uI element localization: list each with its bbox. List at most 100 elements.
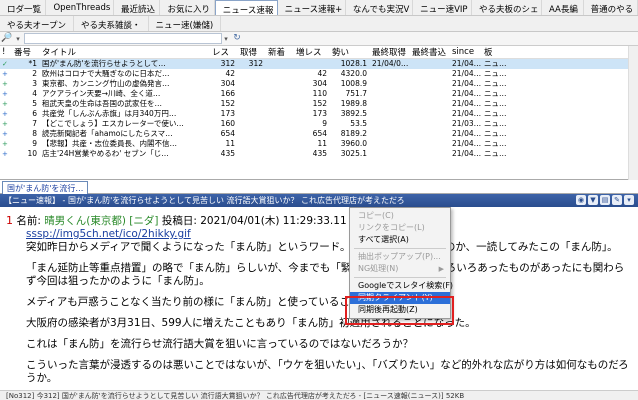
cell-speed: 1028.1: [330, 58, 370, 69]
cell-lastget: [370, 119, 410, 129]
table-row[interactable]: +6 共産党「しんぶん赤旗」は月340万円… 173 173 3892.5 21/04… ニ…: [0, 109, 638, 119]
post-header: 1 名前: 晴男くん(東京都) [ニダ] 投稿日: 2021/04/01(木) …: [6, 213, 632, 228]
cell-mark: +: [2, 120, 8, 128]
board-tab[interactable]: 普通のやる: [584, 0, 638, 15]
globe-icon[interactable]: ◉: [576, 195, 586, 205]
cell-lastget: [370, 149, 410, 159]
cell-res: 435: [220, 149, 235, 158]
post-name: 晴男くん(東京都): [44, 215, 126, 227]
table-row[interactable]: +10 店主'24H営業やめるわ' セブン「じ… 435 435 3025.1 21/04…: [0, 149, 638, 159]
column-header[interactable]: 増レス: [294, 46, 330, 59]
board-tab[interactable]: ロダ一覧: [0, 0, 47, 15]
column-header[interactable]: タイトル: [40, 46, 210, 59]
board-tab[interactable]: ニュース速報+: [278, 0, 346, 15]
cell-inc: 9: [322, 119, 327, 128]
cell-new: [266, 69, 294, 79]
cell-lastget: [370, 99, 410, 109]
menu-item[interactable]: Googleでスレタイ検索(F): [350, 280, 453, 292]
chevron-down-icon[interactable]: ▾: [14, 35, 22, 43]
search-icon[interactable]: 🔎: [0, 33, 14, 45]
cell-title: 【悲報】共産・志位委員長、内閣不信…: [42, 139, 177, 148]
board-tab[interactable]: AA長編: [542, 0, 584, 15]
table-row[interactable]: +2 欧州はコロナで大騒ぎなのに日本だ… 42 42 4320.0 21/04… ニュ…: [0, 69, 638, 79]
cell-new: [266, 99, 294, 109]
bookmark-icon[interactable]: ▤: [600, 195, 610, 205]
board-tab[interactable]: 最近読込: [114, 0, 161, 15]
table-row[interactable]: +7 【どこでしょう】エスカレーターで使い… 160 9 53.5 21/03… ニュ…: [0, 119, 638, 129]
board-tab[interactable]: やる夫板のシェ: [472, 0, 542, 15]
cell-new: [266, 109, 294, 119]
cell-res: 166: [220, 89, 235, 98]
board-tab[interactable]: なんでも実況V: [346, 0, 414, 15]
column-header[interactable]: !: [0, 46, 12, 59]
column-header[interactable]: 番号: [12, 46, 40, 59]
board-tab[interactable]: OpenThreads: [46, 0, 115, 15]
cell-title: 共産党「しんぶん赤旗」は月340万円…: [42, 109, 177, 118]
thread-table: ! 番号 タイトル レス 取得 新着 増レス 勢い 最終取得 最終書込 since 板 ✓ *1 国が'ま…: [0, 46, 638, 159]
column-header[interactable]: 取得: [238, 46, 266, 59]
cell-lastget: [370, 139, 410, 149]
cell-got: [238, 79, 266, 89]
thread-title: 【ニュー速報】 - 国が'まん防'を流行らせようとして見苦しい 流行語大賞狙いか…: [4, 196, 405, 205]
refresh-icon[interactable]: ↻: [230, 33, 244, 45]
board-tab[interactable]: ニュース速報: [214, 0, 278, 15]
table-row[interactable]: ✓ *1 国が'まん防'を流行らせようとして… 312 312 1028.1 21/04/0…: [0, 58, 638, 69]
post-number[interactable]: 1: [6, 214, 13, 227]
cell-lastget: [370, 89, 410, 99]
post-body: sssp://img5ch.net/ico/2hikky.gif 突如昨日からメ…: [26, 228, 632, 385]
table-row[interactable]: +3 東京都、カンニング竹山の虚偽発言… 304 304 1008.9 21/04… ニュ…: [0, 79, 638, 89]
board-tab[interactable]: お気に入り: [160, 0, 215, 15]
cell-num: 6: [32, 109, 37, 118]
cell-mark: +: [2, 150, 8, 158]
board-tab[interactable]: やる夫オープン: [0, 16, 74, 31]
cell-title: 東京都、カンニング竹山の虚偽発言…: [42, 79, 170, 88]
menu-item[interactable]: すべて選択(A): [350, 234, 450, 246]
cell-board: ニュ…: [484, 139, 507, 148]
cell-title: 国が'まん防'を流行らせようとして…: [40, 58, 210, 69]
table-row[interactable]: +4 アクアライン天要→川崎、全く道… 166 110 751.7 21/04… ニュ…: [0, 89, 638, 99]
column-header[interactable]: 最終書込: [410, 46, 450, 59]
cell-lastwrite: [410, 89, 450, 99]
cell-new: [266, 119, 294, 129]
cell-inc: 11: [317, 139, 327, 148]
column-header[interactable]: 勢い: [330, 46, 370, 59]
column-header[interactable]: 最終取得: [370, 46, 410, 59]
write-icon[interactable]: ✎: [612, 195, 622, 205]
post-date: 2021/04/01(木) 11:29:33.11: [200, 215, 347, 227]
cell-speed: 4320.0: [340, 69, 367, 78]
board-tab[interactable]: やる夫系雑談・: [74, 16, 149, 31]
search-input[interactable]: [24, 33, 222, 44]
cell-num: 5: [32, 99, 37, 108]
menu-item-label: すべて選択(A): [358, 235, 409, 244]
board-tab[interactable]: ニュー速(嫌儲): [149, 16, 222, 31]
filter-icon[interactable]: ▼: [588, 195, 598, 205]
cell-got: [238, 89, 266, 99]
menu-item: リンクをコピー(L): [350, 222, 450, 234]
toolbar: 🔎 ▾ ▾ ↻: [0, 32, 638, 46]
cell-lastget: [370, 129, 410, 139]
cell-title: 【どこでしょう】エスカレーターで使い…: [42, 119, 184, 128]
table-row[interactable]: +5 租武天皇の生命は吾国の武家任を… 152 152 1989.8 21/04… ニュ…: [0, 99, 638, 109]
post-image-link[interactable]: sssp://img5ch.net/ico/2hikky.gif: [26, 228, 632, 241]
thread-list-scrollbar[interactable]: [628, 46, 638, 180]
cell-inc: 110: [312, 89, 327, 98]
table-row[interactable]: +9 【悲報】共産・志位委員長、内閣不信… 11 11 3960.0 21/04… ニュ…: [0, 139, 638, 149]
cell-board: ニュ…: [484, 79, 507, 88]
search-dropdown-icon[interactable]: ▾: [222, 35, 230, 43]
menu-icon[interactable]: ▾: [624, 195, 634, 205]
column-header[interactable]: レス: [210, 46, 238, 59]
thread-tab[interactable]: 国が'まん防'を流行…: [2, 181, 89, 194]
column-header[interactable]: 板: [482, 46, 638, 59]
column-header[interactable]: since: [450, 46, 482, 59]
cell-inc: 152: [312, 99, 327, 108]
cell-speed: 3892.5: [340, 109, 367, 118]
column-header[interactable]: 新着: [266, 46, 294, 59]
table-row[interactable]: +8 読売新聞記者「ahamoにしたらスマ… 654 654 8189.2 21/04… ニ…: [0, 129, 638, 139]
board-tab[interactable]: ニュー速VIP: [413, 0, 472, 15]
post-date-label: 投稿日:: [161, 215, 197, 227]
cell-inc: 173: [312, 109, 327, 118]
cell-since: 21/04…: [452, 109, 482, 118]
thread-list: ! 番号 タイトル レス 取得 新着 増レス 勢い 最終取得 最終書込 since 板 ✓ *1 国が'ま…: [0, 46, 638, 180]
cell-mark: +: [2, 130, 8, 138]
highlight-box: [345, 296, 454, 325]
